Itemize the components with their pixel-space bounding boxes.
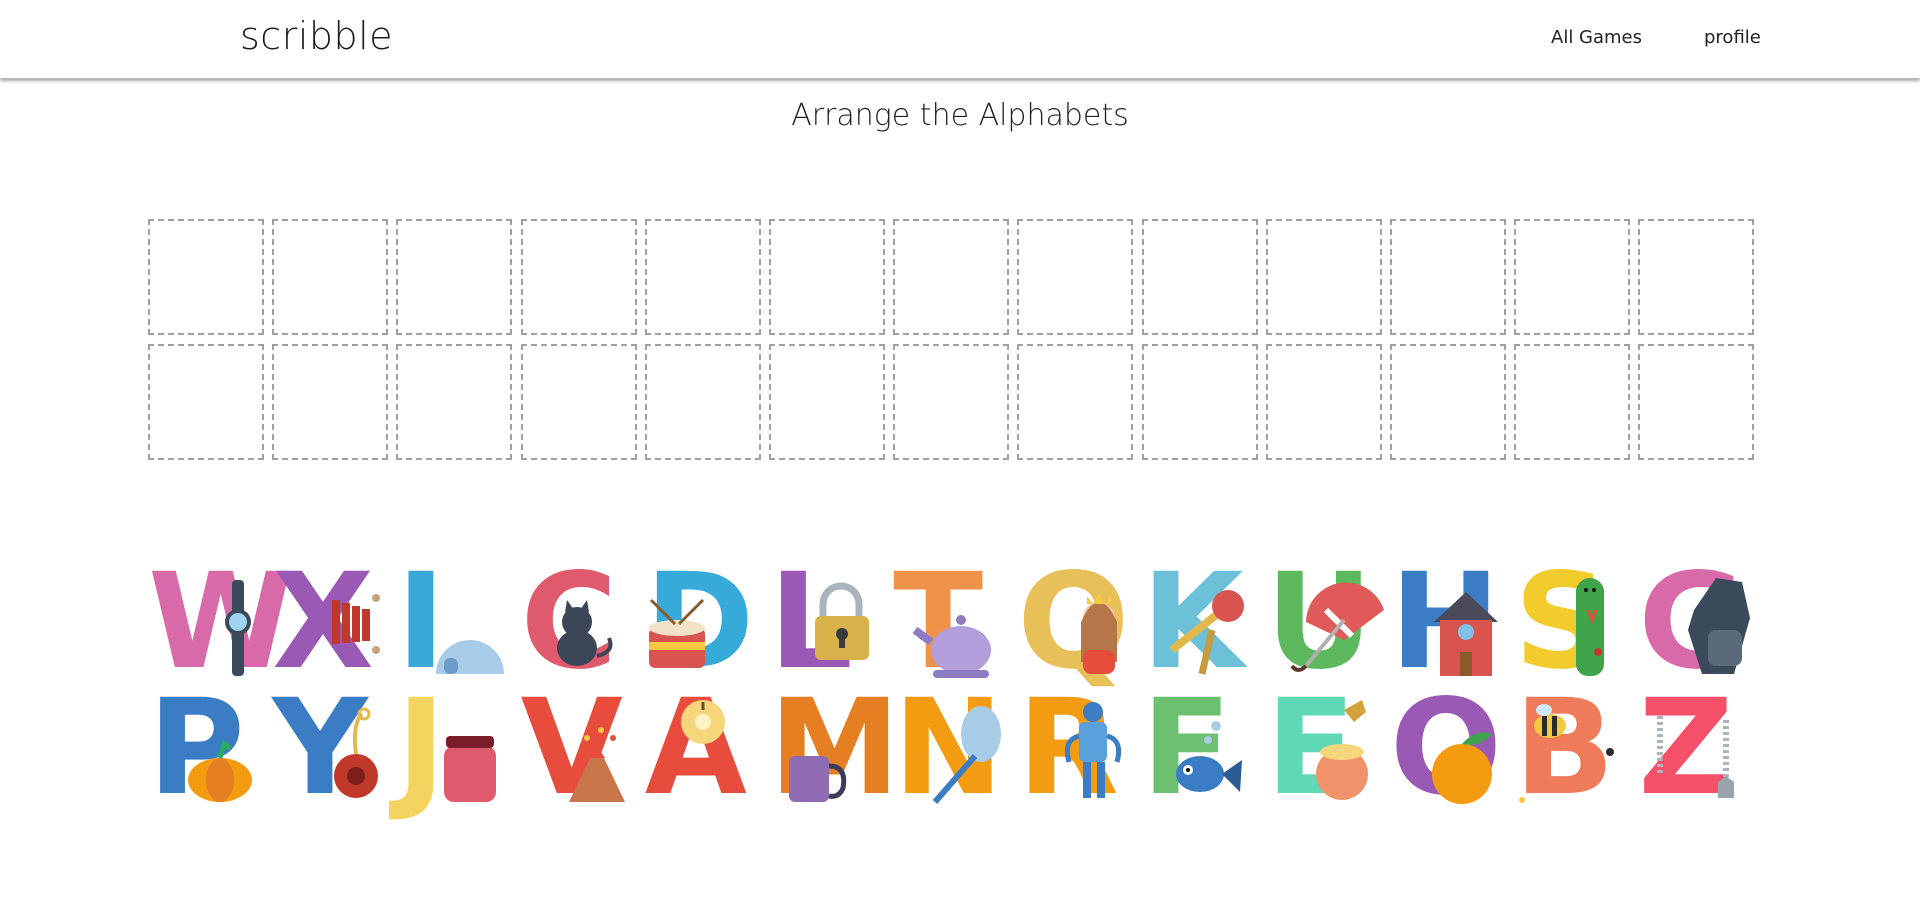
- letter-tile-m[interactable]: M: [769, 682, 900, 814]
- jam-jar-icon: [444, 736, 497, 802]
- drop-slot[interactable]: [1389, 344, 1506, 460]
- drop-slot[interactable]: [396, 344, 513, 460]
- drop-slot[interactable]: [768, 344, 885, 460]
- top-navbar: scribble All Games profile: [0, 0, 1920, 79]
- drop-slot[interactable]: [1265, 219, 1382, 335]
- drop-slot[interactable]: [1514, 344, 1631, 460]
- letter-tile-s[interactable]: S: [1514, 556, 1630, 688]
- drop-slot[interactable]: [1389, 219, 1506, 335]
- drop-slot[interactable]: [1017, 344, 1134, 460]
- padlock-icon: [814, 582, 869, 660]
- drop-slot[interactable]: [893, 344, 1010, 460]
- drop-slot[interactable]: [768, 219, 885, 335]
- robot-icon: [1065, 702, 1122, 798]
- volcano-icon: [568, 727, 625, 802]
- net-icon: [932, 706, 1002, 804]
- letter-tile-x[interactable]: X: [272, 556, 388, 688]
- letter-tile-r[interactable]: R: [1017, 682, 1133, 814]
- letter-tile-w[interactable]: W: [148, 556, 294, 688]
- queen-icon: [1081, 594, 1118, 674]
- wristwatch-icon: [225, 580, 251, 676]
- igloo-icon: [436, 640, 505, 674]
- pumpkin-icon: [188, 740, 252, 802]
- letter-tile-z[interactable]: Z: [1638, 682, 1754, 814]
- letter-tile-v[interactable]: V: [521, 682, 637, 814]
- drop-slot[interactable]: [644, 344, 761, 460]
- mug-icon: [788, 756, 847, 802]
- letter-tile-t[interactable]: T: [893, 556, 1009, 688]
- drop-slot[interactable]: [1141, 344, 1258, 460]
- letter-tile-q[interactable]: Q: [1017, 556, 1133, 688]
- drop-slot[interactable]: [272, 344, 389, 460]
- glove-icon: [1688, 578, 1751, 674]
- page-title: Arrange the Alphabets: [791, 98, 1129, 133]
- zipper-icon: [1657, 716, 1735, 798]
- honey-pot-icon: [1315, 700, 1368, 800]
- letter-tile-h[interactable]: H: [1390, 556, 1506, 688]
- xylophone-icon: [332, 594, 381, 654]
- drop-slot[interactable]: [272, 219, 389, 335]
- drop-slot[interactable]: [1514, 219, 1631, 335]
- drop-slot[interactable]: [1638, 219, 1755, 335]
- letter-tile-c[interactable]: C: [521, 556, 637, 688]
- drop-slot[interactable]: [1638, 344, 1755, 460]
- cat-icon: [556, 600, 613, 666]
- drop-slot[interactable]: [1017, 219, 1134, 335]
- letter-tile-g[interactable]: G: [1638, 556, 1754, 688]
- letter-tile-u[interactable]: U: [1266, 556, 1384, 688]
- drop-slot[interactable]: [396, 219, 513, 335]
- brand-logo[interactable]: scribble: [240, 14, 393, 58]
- drop-slot[interactable]: [1141, 219, 1258, 335]
- nav-all-games-link[interactable]: All Games: [1551, 27, 1642, 48]
- letter-tile-o[interactable]: O: [1390, 682, 1506, 814]
- nav-profile-link[interactable]: profile: [1704, 27, 1761, 48]
- yoyo-icon: [334, 707, 379, 798]
- drum-icon: [648, 598, 705, 668]
- umbrella-icon: [1290, 582, 1384, 672]
- letter-tile-i[interactable]: I: [396, 556, 512, 688]
- letter-tile-y[interactable]: Y: [272, 682, 388, 814]
- drop-slot[interactable]: [1265, 344, 1382, 460]
- orange-icon: [1431, 732, 1492, 804]
- letter-tile-k[interactable]: K: [1142, 556, 1258, 688]
- drop-slot-grid: [148, 219, 1756, 460]
- letter-tile-d[interactable]: D: [645, 556, 761, 688]
- fish-icon: [1175, 721, 1242, 792]
- letter-tile-f[interactable]: F: [1142, 682, 1258, 814]
- drop-slot[interactable]: [644, 219, 761, 335]
- key-icon: [1169, 590, 1244, 675]
- drop-slot[interactable]: [520, 219, 637, 335]
- bee-icon: [1519, 704, 1615, 803]
- drop-slot[interactable]: [520, 344, 637, 460]
- drop-slot[interactable]: [148, 219, 264, 335]
- drop-slot[interactable]: [148, 344, 264, 460]
- letter-tile-l[interactable]: L: [769, 556, 885, 688]
- letter-tile-tray: WXICDLTQKUHSG PYJVAMNRFEOBZ: [148, 556, 1756, 814]
- letter-tile-e[interactable]: E: [1266, 682, 1382, 814]
- letter-tile-b[interactable]: B: [1514, 682, 1630, 814]
- drop-slot[interactable]: [893, 219, 1010, 335]
- letter-tile-n[interactable]: N: [893, 682, 1009, 814]
- apple-icon: [680, 700, 725, 744]
- letter-tile-p[interactable]: P: [148, 682, 264, 814]
- house-icon: [1433, 592, 1498, 676]
- teapot-icon: [912, 615, 992, 678]
- letter-tile-j[interactable]: J: [396, 682, 512, 814]
- letter-tile-a[interactable]: A: [645, 682, 761, 814]
- snake-icon: [1576, 578, 1605, 676]
